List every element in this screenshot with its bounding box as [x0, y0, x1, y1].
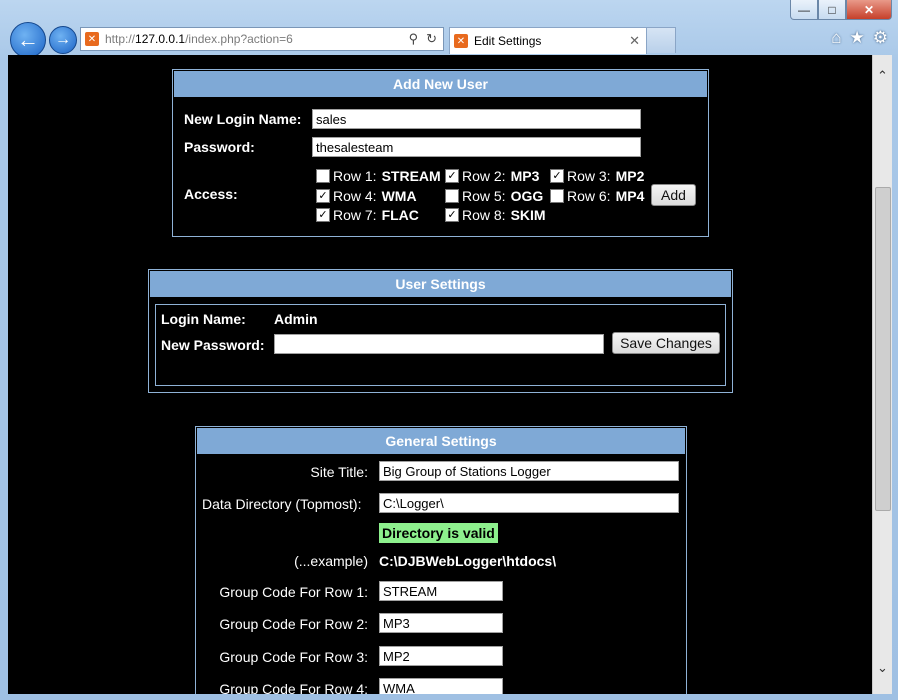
arrow-left-icon: ← [17, 27, 39, 52]
checkbox-checked-icon: ✓ [445, 169, 459, 183]
checkbox-code: MP4 [615, 188, 645, 204]
access-row-5-checkbox[interactable]: Row 5: OGG [445, 188, 543, 204]
maximize-button[interactable]: □ [818, 0, 846, 20]
panel-title: General Settings [196, 427, 686, 455]
group-code-row-3-input[interactable]: MP2 [379, 646, 503, 666]
search-icon[interactable]: ⚲ [409, 31, 419, 47]
checkbox-code: MP2 [615, 168, 645, 184]
access-row-8-checkbox[interactable]: ✓ Row 8: SKIM [445, 207, 546, 223]
access-row-3-checkbox[interactable]: ✓ Row 3: MP2 [550, 168, 644, 184]
example-path: C:\DJBWebLogger\htdocs\ [379, 553, 557, 569]
data-directory-label: Data Directory (Topmost): [202, 496, 362, 512]
access-label: Access: [184, 186, 238, 202]
back-button[interactable]: ← [10, 22, 46, 58]
access-row-2-checkbox[interactable]: ✓ Row 2: MP3 [445, 168, 539, 184]
tab-edit-settings[interactable]: ✕ Edit Settings ✕ [449, 27, 647, 54]
forward-button[interactable]: → [49, 26, 77, 54]
access-row-7-checkbox[interactable]: ✓ Row 7: FLAC [316, 207, 419, 223]
star-icon[interactable]: ★ [850, 28, 865, 48]
access-row-6-checkbox[interactable]: Row 6: MP4 [550, 188, 644, 204]
example-label: (...example) [294, 553, 368, 569]
save-changes-button[interactable]: Save Changes [612, 332, 720, 354]
arrow-right-icon: → [55, 31, 71, 48]
scroll-down-icon[interactable]: ⌄ [873, 659, 892, 677]
login-name-input[interactable]: sales [312, 109, 641, 129]
general-settings-panel: General Settings Site Title: Big Group o… [195, 426, 687, 694]
home-icon[interactable]: ⌂ [831, 28, 841, 48]
xampp-favicon-icon: ✕ [454, 34, 468, 48]
checkbox-unchecked-icon [550, 189, 564, 203]
tab-title: Edit Settings [474, 34, 542, 48]
access-row-1-checkbox[interactable]: Row 1: STREAM [316, 168, 441, 184]
panel-title: Add New User [173, 70, 708, 98]
checkbox-label: Row 3: [567, 168, 611, 184]
checkbox-unchecked-icon [445, 189, 459, 203]
checkbox-label: Row 1: [333, 168, 377, 184]
new-password-input[interactable] [274, 334, 604, 354]
group-code-row-1-input[interactable]: STREAM [379, 581, 503, 601]
scrollbar-thumb[interactable] [875, 187, 891, 511]
group-code-row-2-label: Group Code For Row 2: [219, 616, 368, 632]
login-name-value: Admin [274, 311, 318, 327]
checkbox-checked-icon: ✓ [550, 169, 564, 183]
checkbox-code: SKIM [510, 207, 546, 223]
url-text[interactable]: http://127.0.0.1/index.php?action=6 [105, 32, 409, 46]
directory-status-badge: Directory is valid [379, 523, 498, 543]
new-tab-button[interactable] [646, 27, 676, 53]
address-bar[interactable]: ✕ http://127.0.0.1/index.php?action=6 ⚲ … [80, 27, 444, 51]
login-name-label: New Login Name: [184, 111, 302, 127]
group-code-row-4-label: Group Code For Row 4: [219, 681, 368, 694]
xampp-favicon-icon: ✕ [85, 32, 99, 46]
user-settings-panel: User Settings Login Name: Admin New Pass… [148, 269, 733, 393]
checkbox-checked-icon: ✓ [445, 208, 459, 222]
checkbox-code: WMA [381, 188, 417, 204]
checkbox-checked-icon: ✓ [316, 189, 330, 203]
close-tab-icon[interactable]: ✕ [629, 33, 640, 49]
login-name-label: Login Name: [161, 311, 246, 327]
new-password-label: New Password: [161, 337, 265, 353]
checkbox-label: Row 6: [567, 188, 611, 204]
data-directory-input[interactable]: C:\Logger\ [379, 493, 679, 513]
checkbox-checked-icon: ✓ [316, 208, 330, 222]
checkbox-code: MP3 [510, 168, 540, 184]
password-input[interactable]: thesalesteam [312, 137, 641, 157]
group-code-row-1-label: Group Code For Row 1: [219, 584, 368, 600]
panel-title: User Settings [149, 270, 732, 298]
gear-icon[interactable]: ⚙ [873, 28, 888, 48]
group-code-row-3-label: Group Code For Row 3: [219, 649, 368, 665]
checkbox-unchecked-icon [316, 169, 330, 183]
add-user-panel: Add New User New Login Name: sales Passw… [172, 69, 709, 237]
access-row-4-checkbox[interactable]: ✓ Row 4: WMA [316, 188, 417, 204]
site-title-input[interactable]: Big Group of Stations Logger [379, 461, 679, 481]
checkbox-code: FLAC [381, 207, 419, 223]
site-title-label: Site Title: [310, 464, 368, 480]
checkbox-label: Row 4: [333, 188, 377, 204]
checkbox-label: Row 8: [462, 207, 506, 223]
scroll-up-icon[interactable]: ⌃ [873, 67, 892, 85]
password-label: Password: [184, 139, 255, 155]
checkbox-code: OGG [510, 188, 544, 204]
checkbox-label: Row 5: [462, 188, 506, 204]
refresh-icon[interactable]: ↻ [426, 31, 437, 47]
url-host: 127.0.0.1 [135, 32, 186, 46]
url-path: /index.php?action=6 [185, 32, 293, 46]
minimize-button[interactable]: — [790, 0, 818, 20]
checkbox-code: STREAM [381, 168, 441, 184]
checkbox-label: Row 2: [462, 168, 506, 184]
window-controls: — □ ✕ [790, 0, 892, 20]
page-content: Add New User New Login Name: sales Passw… [8, 55, 872, 694]
vertical-scrollbar[interactable]: ⌃ ⌄ [872, 55, 892, 694]
group-code-row-2-input[interactable]: MP3 [379, 613, 503, 633]
group-code-row-4-input[interactable]: WMA [379, 678, 503, 694]
close-window-button[interactable]: ✕ [846, 0, 892, 20]
checkbox-label: Row 7: [333, 207, 377, 223]
url-scheme: http:// [105, 32, 136, 46]
add-user-button[interactable]: Add [651, 184, 696, 206]
